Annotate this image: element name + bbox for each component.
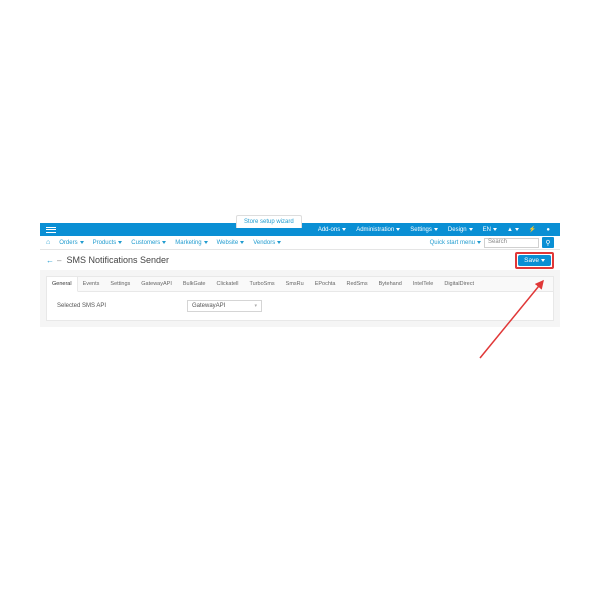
- selected-api-select[interactable]: GatewayAPI▾: [187, 300, 262, 312]
- store-setup-wizard-tab[interactable]: Store setup wizard: [236, 215, 302, 228]
- tab-bulkgate[interactable]: BulkGate: [178, 277, 212, 291]
- vendors-menu[interactable]: Vendors: [250, 240, 284, 246]
- tab-bytehand[interactable]: Bytehand: [374, 277, 408, 291]
- collapse-icon[interactable]: –: [57, 256, 61, 265]
- user-icon[interactable]: ▲: [503, 227, 523, 233]
- orders-menu[interactable]: Orders: [56, 240, 86, 246]
- tab-gatewayapi[interactable]: GatewayAPI: [136, 277, 178, 291]
- tab-digitaldirect[interactable]: DigitalDirect: [439, 277, 480, 291]
- page-title: SMS Notifications Sender: [66, 255, 169, 265]
- bolt-icon[interactable]: ⚡: [525, 226, 540, 233]
- tab-epochta[interactable]: EPochta: [310, 277, 342, 291]
- marketing-menu[interactable]: Marketing: [172, 240, 210, 246]
- form-row: Selected SMS API GatewayAPI▾: [47, 292, 553, 320]
- website-menu[interactable]: Website: [214, 240, 248, 246]
- tab-settings[interactable]: Settings: [105, 277, 136, 291]
- language-menu[interactable]: EN: [479, 227, 501, 233]
- tab-events[interactable]: Events: [78, 277, 106, 291]
- tab-general[interactable]: General: [47, 277, 78, 292]
- save-highlight: Save: [515, 252, 554, 269]
- design-menu[interactable]: Design: [444, 227, 477, 233]
- title-row: ← – SMS Notifications Sender Save: [40, 250, 560, 270]
- quick-start-menu[interactable]: Quick start menu: [430, 240, 481, 246]
- tab-turbosms[interactable]: TurboSms: [245, 277, 281, 291]
- selected-api-label: Selected SMS API: [57, 303, 187, 309]
- administration-menu[interactable]: Administration: [352, 227, 404, 233]
- search-button[interactable]: ⚲: [542, 237, 554, 248]
- search-input[interactable]: Search: [484, 238, 539, 248]
- back-icon[interactable]: ←: [46, 256, 54, 265]
- tab-inteltele[interactable]: IntelTele: [408, 277, 440, 291]
- hamburger-icon[interactable]: [46, 226, 56, 234]
- tab-smsru[interactable]: SmsRu: [281, 277, 310, 291]
- tab-redsms[interactable]: RedSms: [342, 277, 374, 291]
- notification-icon[interactable]: ●: [542, 227, 554, 233]
- addons-menu[interactable]: Add-ons: [314, 227, 350, 233]
- settings-menu[interactable]: Settings: [406, 227, 442, 233]
- tab-clickatell[interactable]: Clickatell: [211, 277, 244, 291]
- home-icon[interactable]: ⌂: [46, 239, 50, 246]
- customers-menu[interactable]: Customers: [128, 240, 169, 246]
- settings-panel: General Events Settings GatewayAPI BulkG…: [46, 276, 554, 321]
- menu-bar: ⌂ Orders Products Customers Marketing We…: [40, 236, 560, 250]
- save-button[interactable]: Save: [518, 255, 551, 266]
- tabs: General Events Settings GatewayAPI BulkG…: [47, 277, 553, 292]
- products-menu[interactable]: Products: [90, 240, 126, 246]
